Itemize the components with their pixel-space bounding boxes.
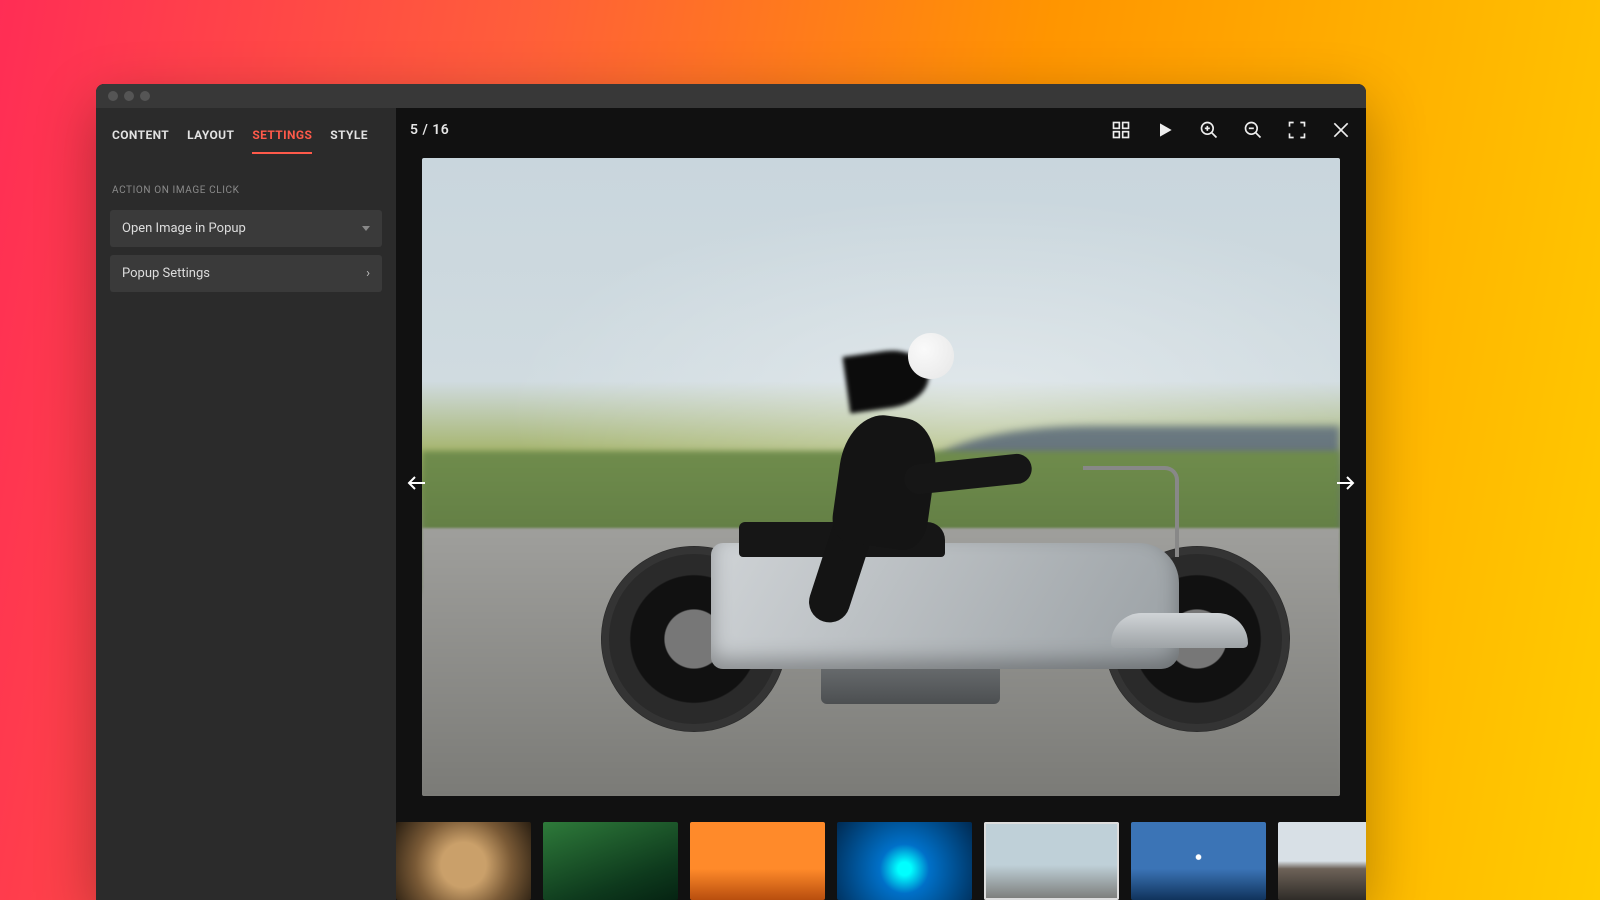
sidebar-tabs: CONTENT LAYOUT SETTINGS STYLE <box>96 114 396 163</box>
close-icon[interactable] <box>1330 119 1352 141</box>
play-icon[interactable] <box>1154 119 1176 141</box>
thumbnail-selected[interactable] <box>984 822 1119 900</box>
settings-sidebar: CONTENT LAYOUT SETTINGS STYLE ACTION ON … <box>96 108 396 900</box>
thumbnail[interactable] <box>1278 822 1366 900</box>
app-body: CONTENT LAYOUT SETTINGS STYLE ACTION ON … <box>96 108 1366 900</box>
tab-content[interactable]: CONTENT <box>112 128 169 152</box>
next-image-button[interactable] <box>1332 470 1358 496</box>
viewer-toolbar: 5 / 16 <box>396 108 1366 152</box>
action-on-click-value: Open Image in Popup <box>122 221 246 236</box>
traffic-light-close[interactable] <box>108 91 118 101</box>
popup-settings-label: Popup Settings <box>122 266 210 281</box>
action-on-click-select[interactable]: Open Image in Popup <box>110 210 382 247</box>
prev-image-button[interactable] <box>404 470 430 496</box>
grid-icon[interactable] <box>1110 119 1132 141</box>
thumbnail[interactable] <box>837 822 972 900</box>
thumbnail[interactable] <box>543 822 678 900</box>
zoom-in-icon[interactable] <box>1198 119 1220 141</box>
popup-settings-row[interactable]: Popup Settings › <box>110 255 382 292</box>
thumbnail[interactable] <box>1131 822 1266 900</box>
titlebar <box>96 84 1366 108</box>
traffic-light-minimize[interactable] <box>124 91 134 101</box>
toolbar-icons <box>1110 119 1352 141</box>
chevron-right-icon: › <box>366 266 370 281</box>
thumbnail[interactable] <box>690 822 825 900</box>
image-stage <box>396 152 1366 814</box>
tab-style[interactable]: STYLE <box>330 128 368 152</box>
section-label-action: ACTION ON IMAGE CLICK <box>96 163 396 206</box>
thumbnail-strip[interactable] <box>396 814 1366 900</box>
tab-settings[interactable]: SETTINGS <box>252 128 312 152</box>
tab-layout[interactable]: LAYOUT <box>187 128 234 152</box>
image-counter: 5 / 16 <box>410 122 449 138</box>
app-window: CONTENT LAYOUT SETTINGS STYLE ACTION ON … <box>96 84 1366 900</box>
fullscreen-icon[interactable] <box>1286 119 1308 141</box>
traffic-light-zoom[interactable] <box>140 91 150 101</box>
zoom-out-icon[interactable] <box>1242 119 1264 141</box>
lightbox-viewer: 5 / 16 <box>396 108 1366 900</box>
chevron-down-icon <box>362 226 370 231</box>
main-image[interactable] <box>422 158 1340 796</box>
thumbnail[interactable] <box>396 822 531 900</box>
